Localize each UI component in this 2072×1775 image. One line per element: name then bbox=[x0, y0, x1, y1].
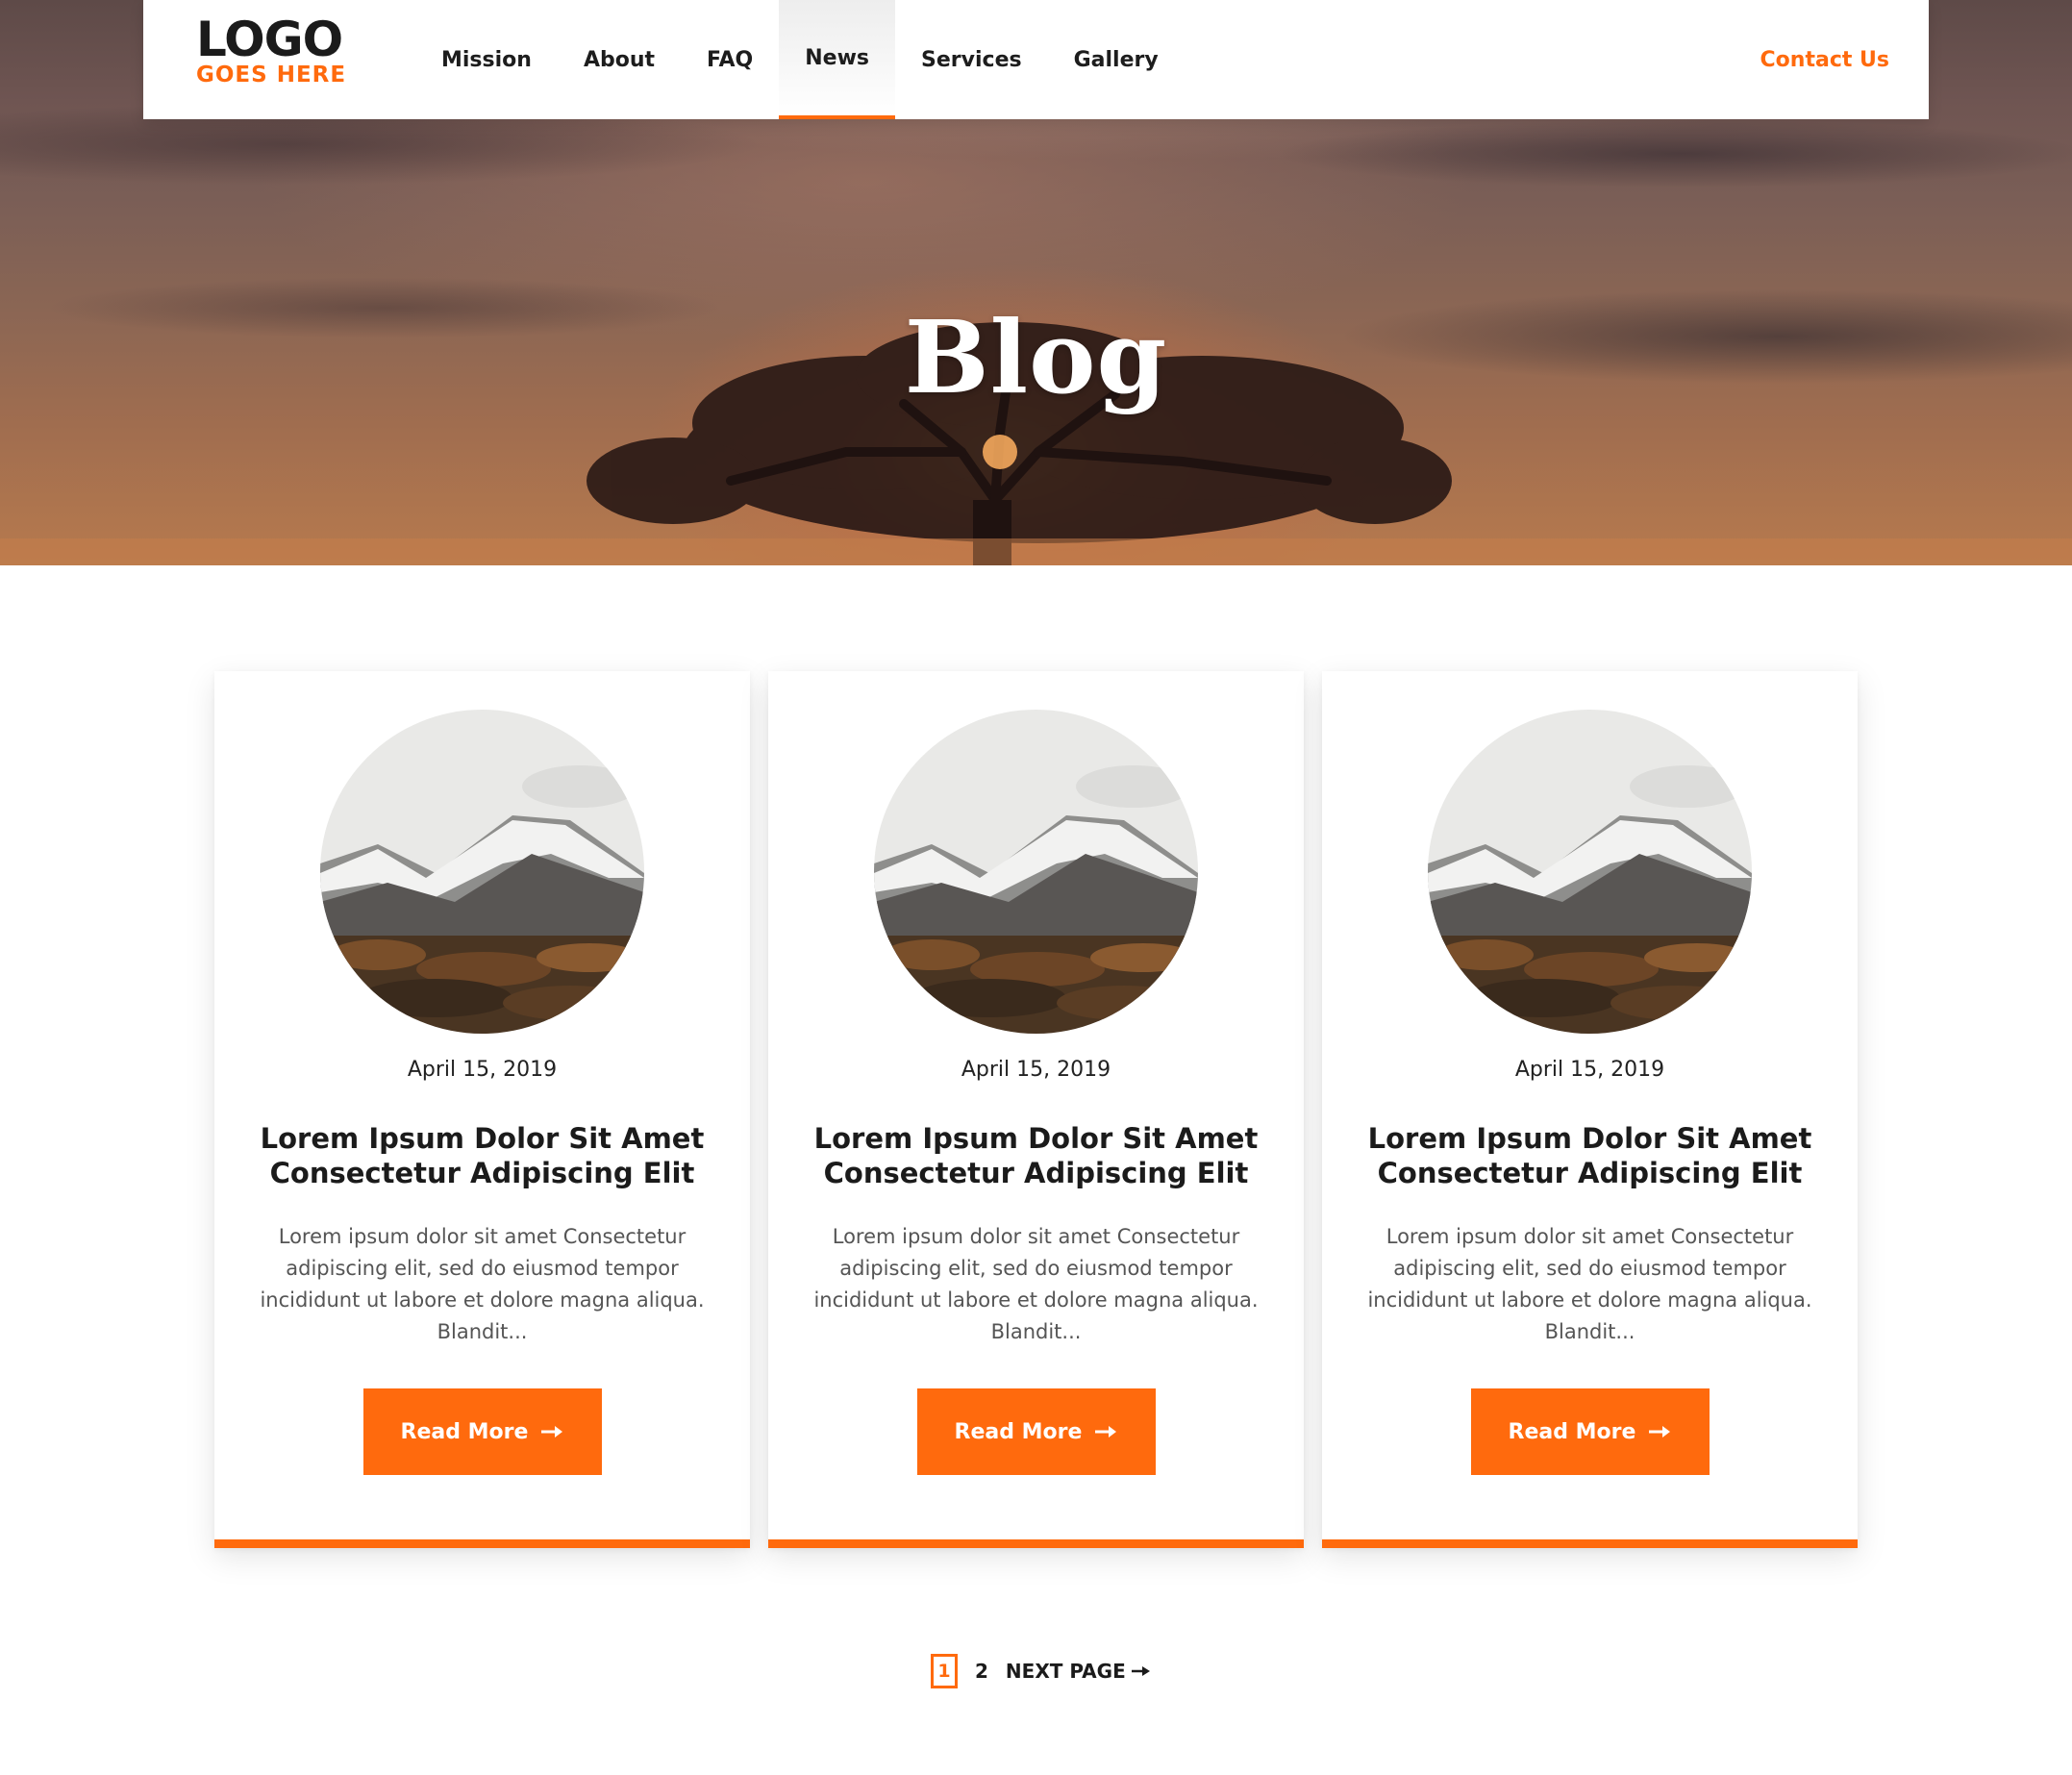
post-thumbnail[interactable] bbox=[320, 710, 644, 1034]
post-date: April 15, 2019 bbox=[961, 1058, 1111, 1082]
page-current: 1 bbox=[931, 1654, 958, 1688]
blog-card: April 15, 2019 Lorem Ipsum Dolor Sit Ame… bbox=[214, 671, 750, 1548]
arrow-right-icon bbox=[1131, 1666, 1150, 1676]
contact-us-link[interactable]: Contact Us bbox=[1760, 0, 1889, 119]
post-excerpt: Lorem ipsum dolor sit amet Consectetur a… bbox=[813, 1225, 1259, 1343]
nav-item-news[interactable]: News bbox=[779, 0, 896, 119]
nav-item-services[interactable]: Services bbox=[895, 0, 1048, 119]
post-title[interactable]: Lorem Ipsum Dolor Sit Amet Consectetur A… bbox=[243, 1121, 721, 1190]
blog-card: April 15, 2019 Lorem Ipsum Dolor Sit Ame… bbox=[768, 671, 1304, 1548]
post-title[interactable]: Lorem Ipsum Dolor Sit Amet Consectetur A… bbox=[797, 1121, 1275, 1190]
mountain-image bbox=[320, 710, 644, 1034]
post-thumbnail[interactable] bbox=[1428, 710, 1752, 1034]
blog-post-list: April 15, 2019 Lorem Ipsum Dolor Sit Ame… bbox=[214, 671, 1859, 1548]
post-thumbnail[interactable] bbox=[874, 710, 1198, 1034]
next-page-label: NEXT PAGE bbox=[1005, 1660, 1126, 1683]
read-more-label: Read More bbox=[954, 1419, 1083, 1444]
main-nav: Mission About FAQ News Services Gallery bbox=[415, 0, 1185, 119]
read-more-button[interactable]: Read More bbox=[1471, 1388, 1710, 1475]
nav-item-gallery[interactable]: Gallery bbox=[1048, 0, 1185, 119]
arrow-right-icon bbox=[1649, 1426, 1671, 1438]
page-title: Blog bbox=[904, 298, 1168, 416]
page-link-2[interactable]: 2 bbox=[975, 1660, 988, 1683]
site-logo[interactable]: LOGO GOES HERE bbox=[196, 12, 350, 88]
nav-item-about[interactable]: About bbox=[558, 0, 681, 119]
logo-tagline: GOES HERE bbox=[196, 62, 347, 88]
mountain-image bbox=[874, 710, 1198, 1034]
blog-card: April 15, 2019 Lorem Ipsum Dolor Sit Ame… bbox=[1322, 671, 1858, 1548]
arrow-right-icon bbox=[1095, 1426, 1117, 1438]
mountain-image bbox=[1428, 710, 1752, 1034]
nav-item-mission[interactable]: Mission bbox=[415, 0, 558, 119]
nav-item-faq[interactable]: FAQ bbox=[681, 0, 779, 119]
read-more-button[interactable]: Read More bbox=[917, 1388, 1156, 1475]
pagination: 1 2 NEXT PAGE bbox=[931, 1654, 1151, 1688]
post-date: April 15, 2019 bbox=[407, 1058, 558, 1082]
post-date: April 15, 2019 bbox=[1514, 1058, 1665, 1082]
post-excerpt: Lorem ipsum dolor sit amet Consectetur a… bbox=[1367, 1225, 1812, 1343]
read-more-button[interactable]: Read More bbox=[363, 1388, 602, 1475]
next-page-link[interactable]: NEXT PAGE bbox=[1006, 1660, 1151, 1683]
post-title[interactable]: Lorem Ipsum Dolor Sit Amet Consectetur A… bbox=[1351, 1121, 1829, 1190]
arrow-right-icon bbox=[541, 1426, 563, 1438]
read-more-label: Read More bbox=[400, 1419, 529, 1444]
post-excerpt: Lorem ipsum dolor sit amet Consectetur a… bbox=[260, 1225, 705, 1343]
site-header: LOGO GOES HERE Mission About FAQ News Se… bbox=[143, 0, 1929, 119]
read-more-label: Read More bbox=[1508, 1419, 1636, 1444]
logo-wordmark: LOGO bbox=[196, 12, 343, 67]
